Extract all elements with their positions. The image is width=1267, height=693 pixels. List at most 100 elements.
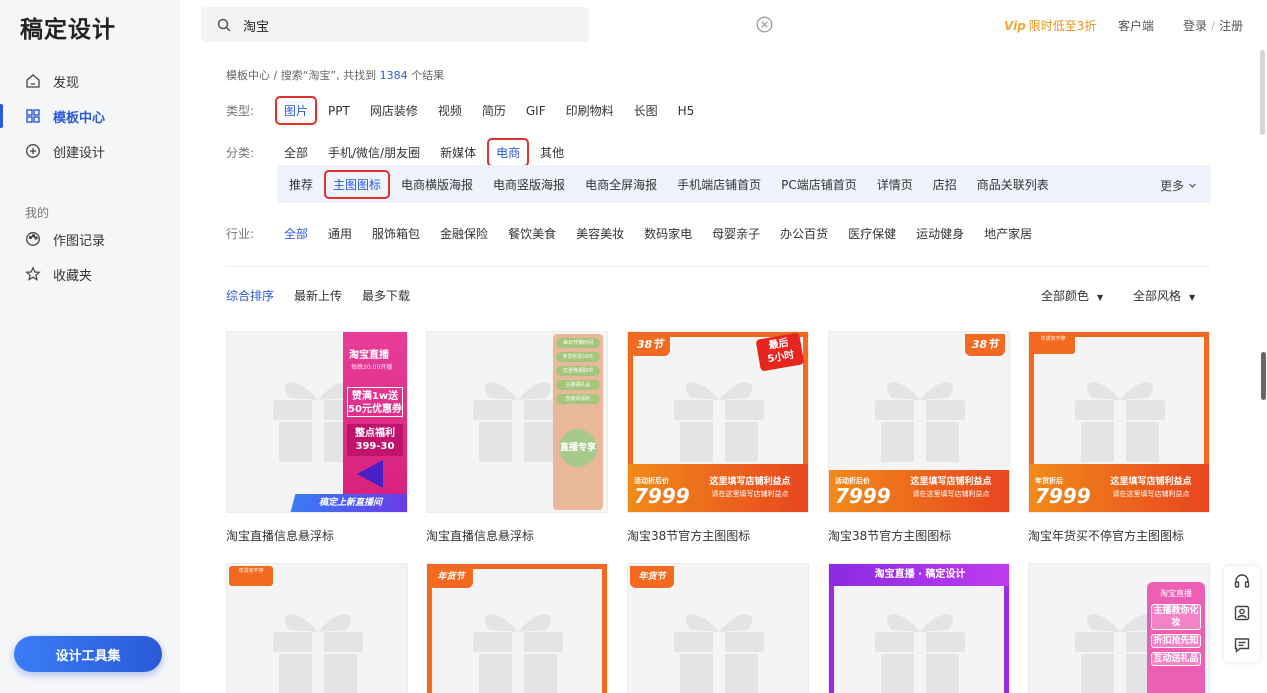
industry-option[interactable]: 母婴亲子 bbox=[706, 222, 766, 245]
type-option[interactable]: GIF bbox=[520, 101, 552, 121]
template-card[interactable]: 淘宝直播 主播教你化妆 折扣抢先知 互动送礼品 bbox=[1028, 563, 1210, 693]
type-option[interactable]: 图片 bbox=[274, 96, 318, 125]
result-count: 1384 bbox=[379, 69, 408, 82]
subcategory-option[interactable]: 店招 bbox=[927, 173, 963, 196]
overlay-price-bar: 活动折后价 7999 这里填写店铺利益点 请在这里填写店铺利益点 bbox=[628, 464, 808, 512]
template-card[interactable]: 38节 最后 5小时 活动折后价 7999 这里填写店铺利益点 请在这里填写店铺利益点… bbox=[627, 331, 809, 543]
type-option[interactable]: 网店装修 bbox=[364, 99, 424, 122]
type-option[interactable]: 视频 bbox=[432, 99, 468, 122]
template-thumbnail[interactable]: 淘宝直播 · 稿定设计 bbox=[828, 563, 1010, 693]
breadcrumb-prefix: 搜索“淘宝”, 共找到 bbox=[280, 69, 380, 82]
style-filter-dropdown[interactable]: 全部风格 ▼ bbox=[1133, 287, 1195, 304]
sidebar-item-create[interactable]: 创建设计 bbox=[0, 136, 180, 166]
subcategory-option[interactable]: 手机端店铺首页 bbox=[671, 173, 767, 196]
overlay-tag: 38节 bbox=[630, 334, 670, 356]
overlay-item: 折扣抢先知 bbox=[1151, 634, 1201, 648]
subcategory-more-button[interactable]: 更多 bbox=[1160, 177, 1197, 194]
type-option[interactable]: 简历 bbox=[476, 99, 512, 122]
register-link[interactable]: 注册 bbox=[1219, 19, 1243, 33]
search-input[interactable] bbox=[243, 15, 543, 35]
template-thumbnail[interactable]: 年货节 bbox=[426, 563, 608, 693]
template-thumbnail[interactable]: 淘宝直播 主播教你化妆 折扣抢先知 互动送礼品 bbox=[1028, 563, 1210, 693]
logo[interactable]: 稿定设计 bbox=[20, 10, 116, 44]
industry-option[interactable]: 地产家居 bbox=[978, 222, 1038, 245]
industry-option[interactable]: 医疗保健 bbox=[842, 222, 902, 245]
subcategory-option[interactable]: 主图图标 bbox=[324, 169, 391, 199]
template-title[interactable]: 淘宝直播信息悬浮标 bbox=[226, 527, 334, 544]
color-filter-dropdown[interactable]: 全部颜色 ▼ bbox=[1041, 287, 1103, 304]
subcategory-option[interactable]: 电商竖版海报 bbox=[487, 173, 571, 196]
slogan-sub: 请在这里填写店铺利益点 bbox=[912, 490, 990, 498]
subcategory-option[interactable]: 电商横版海报 bbox=[395, 173, 479, 196]
user-card-icon[interactable] bbox=[1233, 604, 1251, 622]
template-card[interactable]: 38节 活动折后价 7999 这里填写店铺利益点 请在这里填写店铺利益点 淘宝38节… bbox=[828, 331, 1010, 543]
page-scrollbar[interactable] bbox=[1260, 50, 1265, 135]
type-option[interactable]: H5 bbox=[672, 101, 701, 121]
sidebar-item-discover[interactable]: 发现 bbox=[0, 66, 180, 96]
price-value: 7999 bbox=[1035, 484, 1091, 508]
sort-option[interactable]: 最新上传 bbox=[294, 287, 342, 304]
type-option[interactable]: 印刷物料 bbox=[560, 99, 620, 122]
template-card[interactable]: 淘宝直播 每晚20:00开播 赞满1w送 50元优惠券 整点福利 399-30 稿定… bbox=[226, 331, 408, 543]
type-option[interactable]: PPT bbox=[322, 101, 356, 121]
message-icon[interactable] bbox=[1233, 636, 1251, 654]
subcategory-option[interactable]: 推荐 bbox=[283, 173, 319, 196]
industry-option[interactable]: 金融保险 bbox=[434, 222, 494, 245]
template-title[interactable]: 淘宝38节官方主图图标 bbox=[627, 527, 750, 544]
sidebar-item-favorites[interactable]: 收藏夹 bbox=[0, 259, 180, 289]
client-download-link[interactable]: 客户端 bbox=[1118, 17, 1154, 34]
template-card[interactable]: 淘宝直播 · 稿定设计 bbox=[828, 563, 1010, 693]
vip-promo-link[interactable]: Vip 限时低至3折 bbox=[1004, 17, 1096, 34]
industry-option[interactable]: 办公百货 bbox=[774, 222, 834, 245]
toolbox-button[interactable]: 设计工具集 bbox=[14, 636, 162, 672]
overlay-price: 年货折后 7999 bbox=[1035, 476, 1091, 508]
sort-option[interactable]: 最多下载 bbox=[362, 287, 410, 304]
headset-icon[interactable] bbox=[1233, 572, 1251, 590]
template-thumbnail[interactable]: 年货买不停 bbox=[226, 563, 408, 693]
clear-icon[interactable] bbox=[756, 16, 773, 37]
app-root: 稿定设计 发现 模板中心 创建设计 我的 作图记录 收藏夹 设计工具集 淘宝 V… bbox=[0, 0, 1267, 693]
category-option[interactable]: 手机/微信/朋友圈 bbox=[322, 141, 426, 164]
floating-toolbar bbox=[1224, 566, 1260, 662]
breadcrumb-root[interactable]: 模板中心 bbox=[226, 69, 270, 82]
template-title[interactable]: 淘宝38节官方主图图标 bbox=[828, 527, 951, 544]
page-scrollbar-thumb[interactable] bbox=[1261, 352, 1266, 400]
category-option[interactable]: 电商 bbox=[487, 138, 530, 167]
login-link[interactable]: 登录 bbox=[1183, 19, 1207, 33]
template-thumbnail[interactable]: 38节 活动折后价 7999 这里填写店铺利益点 请在这里填写店铺利益点 bbox=[828, 331, 1010, 513]
industry-option[interactable]: 美容美妆 bbox=[570, 222, 630, 245]
category-option[interactable]: 其他 bbox=[534, 141, 570, 164]
template-card[interactable]: 年货买不停 年货折后 7999 这里填写店铺利益点 请在这里填写店铺利益点 淘宝年货… bbox=[1028, 331, 1210, 543]
caret-down-icon: ▼ bbox=[1097, 293, 1104, 302]
template-thumbnail[interactable]: 每日开播时间 专享秒杀10元 优惠券领取中 主播福礼品 直播间福利 直播专享 bbox=[426, 331, 608, 513]
breadcrumb-suffix: 个结果 bbox=[407, 69, 445, 82]
industry-option[interactable]: 通用 bbox=[322, 222, 358, 245]
template-title[interactable]: 淘宝直播信息悬浮标 bbox=[426, 527, 534, 544]
sidebar-item-history[interactable]: 作图记录 bbox=[0, 224, 180, 254]
subcategory-option[interactable]: 电商全屏海报 bbox=[579, 173, 663, 196]
industry-option[interactable]: 数码家电 bbox=[638, 222, 698, 245]
template-card[interactable]: 年货节 bbox=[627, 563, 809, 693]
subcategory-option[interactable]: PC端店铺首页 bbox=[775, 173, 863, 196]
template-card[interactable]: 每日开播时间 专享秒杀10元 优惠券领取中 主播福礼品 直播间福利 直播专享 淘… bbox=[426, 331, 608, 543]
login-register: 登录 / 注册 bbox=[1183, 17, 1243, 34]
category-option[interactable]: 全部 bbox=[278, 141, 314, 164]
template-thumbnail[interactable]: 淘宝直播 每晚20:00开播 赞满1w送 50元优惠券 整点福利 399-30 稿定… bbox=[226, 331, 408, 513]
subcategory-option[interactable]: 详情页 bbox=[871, 173, 919, 196]
category-option[interactable]: 新媒体 bbox=[434, 141, 482, 164]
industry-option[interactable]: 运动健身 bbox=[910, 222, 970, 245]
subcategory-option[interactable]: 商品关联列表 bbox=[971, 173, 1055, 196]
type-option[interactable]: 长图 bbox=[628, 99, 664, 122]
template-title[interactable]: 淘宝年货买不停官方主图图标 bbox=[1028, 527, 1184, 544]
industry-option[interactable]: 全部 bbox=[278, 222, 314, 245]
template-thumbnail[interactable]: 年货买不停 年货折后 7999 这里填写店铺利益点 请在这里填写店铺利益点 bbox=[1028, 331, 1210, 513]
sidebar-item-templates[interactable]: 模板中心 bbox=[0, 101, 180, 131]
sort-option[interactable]: 综合排序 bbox=[226, 287, 274, 304]
template-thumbnail[interactable]: 38节 最后 5小时 活动折后价 7999 这里填写店铺利益点 请在这里填写店铺利益点 bbox=[627, 331, 809, 513]
template-thumbnail[interactable]: 年货节 bbox=[627, 563, 809, 693]
template-card[interactable]: 年货买不停 bbox=[226, 563, 408, 693]
industry-option[interactable]: 餐饮美食 bbox=[502, 222, 562, 245]
search-icon[interactable] bbox=[217, 17, 231, 36]
industry-option[interactable]: 服饰箱包 bbox=[366, 222, 426, 245]
template-card[interactable]: 年货节 bbox=[426, 563, 608, 693]
